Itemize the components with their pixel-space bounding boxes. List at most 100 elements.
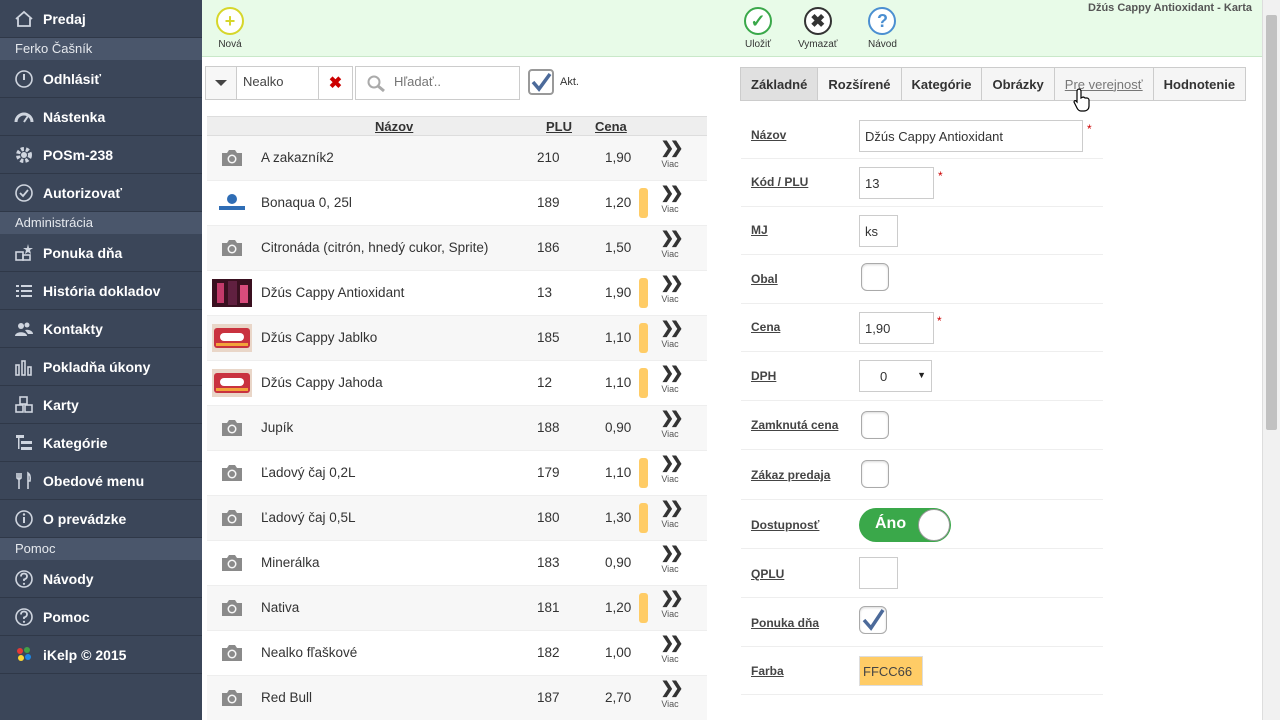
package-checkbox[interactable] [861, 263, 889, 291]
form-row-unit: MJ ks [741, 207, 1103, 255]
row-plu: 188 [537, 420, 560, 435]
search-input[interactable] [394, 74, 514, 89]
delete-button[interactable]: ✖ Vymazať [798, 7, 838, 50]
sidebar: Predaj Ferko Čašník Odhlásiť Nástenka POSm-2… [0, 0, 202, 720]
tab-item[interactable]: Základné [740, 67, 819, 101]
row-color-marker [639, 188, 648, 218]
price-field[interactable]: 1,90 [859, 312, 934, 344]
sidebar-item[interactable]: História dokladov [0, 272, 202, 310]
row-more-button[interactable]: ❯❯ Viac [659, 231, 684, 260]
table-row[interactable]: Red Bull 187 2,70 ❯❯ Viac [207, 676, 707, 720]
sidebar-item[interactable]: iKelp © 2015 [0, 636, 202, 674]
table-row[interactable]: Minerálka 183 0,90 ❯❯ Viac [207, 541, 707, 586]
sidebar-item-label: Pokladňa úkony [43, 358, 151, 375]
delete-label: Vymazať [798, 39, 838, 50]
double-chevron-right-icon: ❯❯ [660, 500, 684, 517]
category-dropdown-toggle[interactable] [205, 66, 237, 100]
row-more-button[interactable]: ❯❯ Viac [659, 681, 684, 710]
row-more-button[interactable]: ❯❯ Viac [659, 276, 684, 305]
row-more-button[interactable]: ❯❯ Viac [659, 411, 684, 440]
sidebar-item[interactable]: Nástenka [0, 98, 202, 136]
row-price: 1,30 [605, 510, 632, 525]
tab-item[interactable]: Hodnotenie [1153, 67, 1247, 101]
tab-item[interactable]: Obrázky [982, 67, 1055, 101]
row-more-button[interactable]: ❯❯ Viac [659, 500, 684, 530]
active-filter[interactable]: Akt. [528, 69, 579, 95]
table-row[interactable]: Nealko fľaškové 182 1,00 ❯❯ Viac [207, 631, 707, 676]
table-row[interactable]: Ľadový čaj 0,2L 179 1,10 ❯❯ Viac [207, 451, 707, 496]
cubes-icon [12, 393, 36, 417]
table-row[interactable]: Citronáda (citrón, hnedý cukor, Sprite) 1… [207, 226, 707, 271]
page-scrollbar[interactable] [1262, 0, 1280, 720]
row-more-button[interactable]: ❯❯ Viac [659, 140, 684, 170]
category-field[interactable]: Nealko [237, 66, 319, 100]
sidebar-item-label: Karty [43, 396, 79, 413]
camera-icon [212, 458, 252, 488]
help-icon [12, 605, 36, 629]
row-more-button[interactable]: ❯❯ Viac [659, 455, 684, 485]
row-more-button[interactable]: ❯❯ Viac [659, 186, 684, 215]
table-row[interactable]: Džús Cappy Jablko 185 1,10 ❯❯ Viac [207, 316, 707, 361]
help-button[interactable]: ? Návod [868, 7, 897, 50]
row-more-button[interactable]: ❯❯ Viac [659, 591, 684, 620]
sale-ban-checkbox[interactable] [861, 460, 889, 488]
sidebar-item[interactable]: Kontakty [0, 310, 202, 348]
save-button[interactable]: ✓ Uložiť [744, 7, 772, 50]
sidebar-item[interactable]: Predaj [0, 0, 202, 38]
daily-offer-checkbox[interactable] [859, 606, 887, 634]
header-price[interactable]: Cena [595, 119, 627, 134]
availability-toggle[interactable]: Áno [859, 508, 951, 542]
table-row[interactable]: Džús Cappy Jahoda 12 1,10 ❯❯ Viac [207, 361, 707, 406]
table-row[interactable]: Džús Cappy Antioxidant 13 1,90 ❯❯ Viac [207, 271, 707, 316]
tab-item[interactable]: Kategórie [901, 67, 983, 101]
vat-select[interactable]: 0 [859, 360, 932, 392]
sidebar-item[interactable]: Kategórie [0, 424, 202, 462]
new-button[interactable]: + Nová [216, 7, 244, 50]
tab-item[interactable]: Rozšírené [818, 67, 902, 101]
double-chevron-right-icon: ❯❯ [660, 140, 684, 157]
clear-category-button[interactable]: ✖ [319, 66, 353, 100]
color-picker[interactable]: FFCC66 [859, 656, 923, 686]
table-row[interactable]: Bonaqua 0, 25l 189 1,20 ❯❯ Viac [207, 181, 707, 226]
sidebar-item[interactable]: Obedové menu [0, 462, 202, 500]
scrollbar-thumb[interactable] [1266, 15, 1277, 430]
row-name: Džús Cappy Antioxidant [261, 285, 405, 300]
header-name[interactable]: Názov [375, 119, 413, 134]
sidebar-item[interactable]: Ponuka dňa [0, 234, 202, 272]
row-more-button[interactable]: ❯❯ Viac [659, 321, 684, 350]
sidebar-item[interactable]: Pomoc [0, 598, 202, 636]
search-box[interactable] [355, 66, 520, 100]
table-row[interactable]: A zakazník2 210 1,90 ❯❯ Viac [207, 136, 707, 181]
sidebar-item[interactable]: Karty [0, 386, 202, 424]
double-chevron-right-icon: ❯❯ [660, 455, 684, 472]
sidebar-item-label: Návody [43, 570, 94, 587]
row-price: 1,10 [605, 465, 632, 480]
plu-label: Kód / PLU [751, 175, 809, 189]
row-plu: 182 [537, 645, 560, 660]
table-row[interactable]: Ľadový čaj 0,5L 180 1,30 ❯❯ Viac [207, 496, 707, 541]
row-more-button[interactable]: ❯❯ Viac [659, 366, 684, 395]
sidebar-item[interactable]: Návody [0, 560, 202, 598]
row-plu: 180 [537, 510, 560, 525]
row-more-button[interactable]: ❯❯ Viac [659, 546, 684, 575]
qplu-field[interactable] [859, 557, 898, 589]
header-plu[interactable]: PLU [546, 119, 572, 134]
tab-item[interactable]: Pre verejnosť [1054, 67, 1154, 101]
active-checkbox[interactable] [528, 69, 554, 95]
plu-field[interactable]: 13 [859, 167, 934, 199]
table-row[interactable]: Nativa 181 1,20 ❯❯ Viac [207, 586, 707, 631]
name-field[interactable]: Džús Cappy Antioxidant [859, 120, 1083, 152]
unit-field[interactable]: ks [859, 215, 898, 247]
checkmark-icon [862, 609, 885, 631]
sidebar-item-label: O prevádzke [43, 510, 127, 527]
sidebar-item[interactable]: Autorizovať [0, 174, 202, 212]
sidebar-item[interactable]: Odhlásiť [0, 60, 202, 98]
more-label: Viac [661, 204, 679, 214]
locked-price-checkbox[interactable] [861, 411, 889, 439]
sidebar-item[interactable]: POSm-238 [0, 136, 202, 174]
qplu-label: QPLU [751, 567, 785, 581]
row-more-button[interactable]: ❯❯ Viac [659, 636, 684, 665]
sidebar-item[interactable]: O prevádzke [0, 500, 202, 538]
sidebar-item[interactable]: Pokladňa úkony [0, 348, 202, 386]
table-row[interactable]: Jupík 188 0,90 ❯❯ Viac [207, 406, 707, 451]
